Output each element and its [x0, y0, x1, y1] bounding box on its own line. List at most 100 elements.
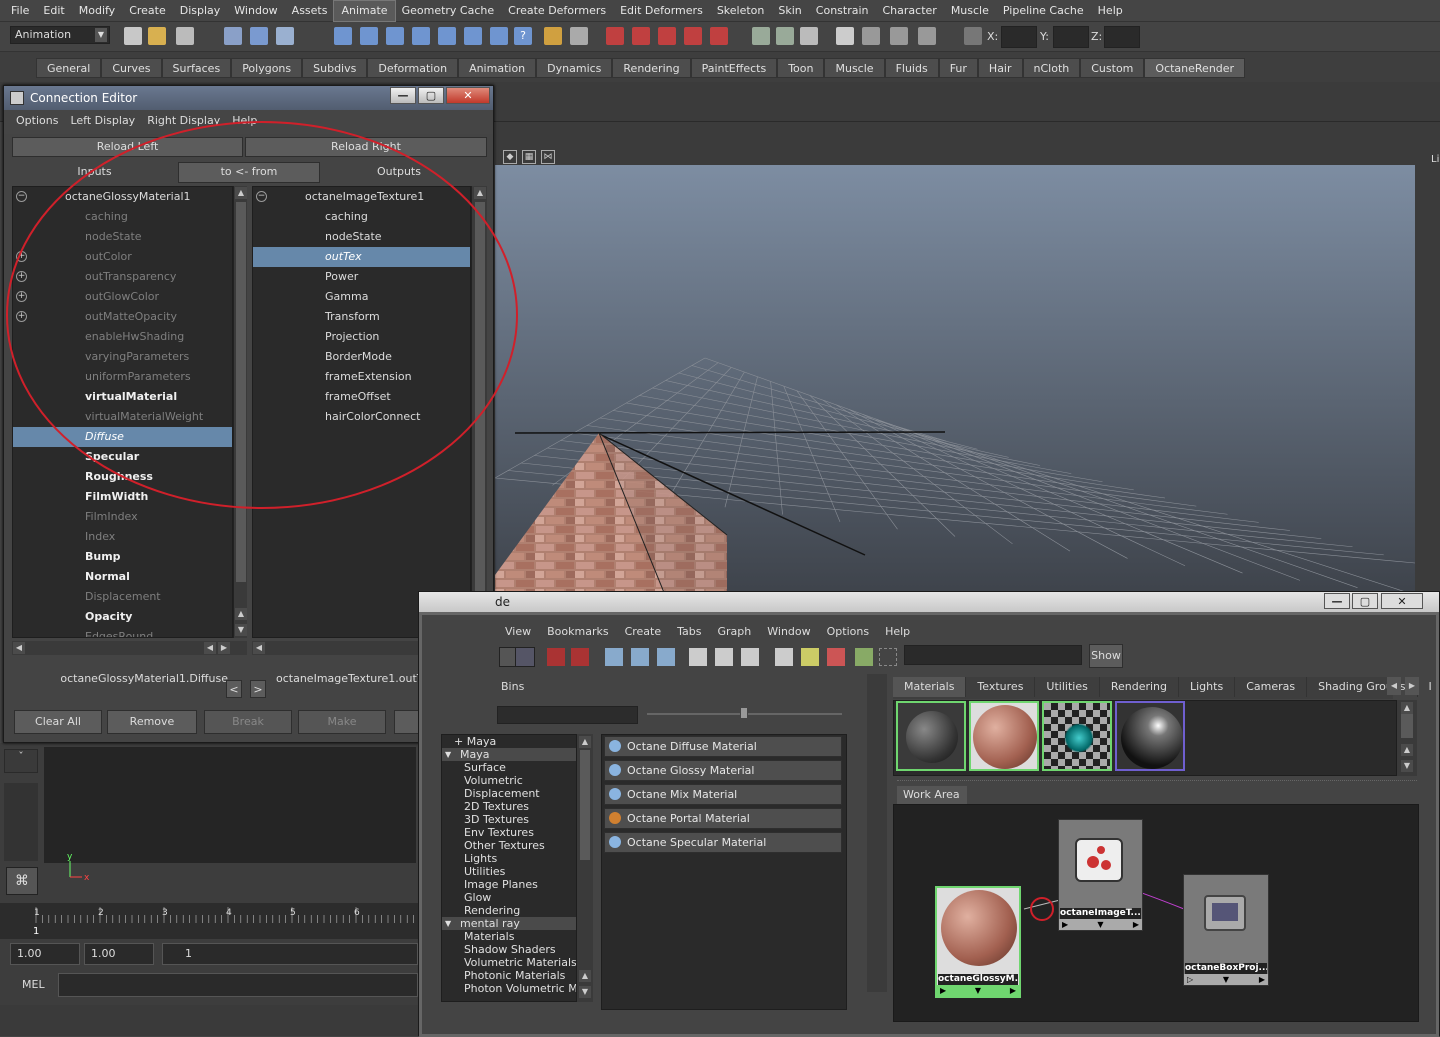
- shelf-tab[interactable]: Surfaces: [162, 58, 232, 78]
- magnet-curve-icon[interactable]: [632, 27, 650, 45]
- graph-upstream-icon[interactable]: [547, 648, 565, 666]
- z-field[interactable]: [1104, 26, 1140, 48]
- shelf-tab[interactable]: Dynamics: [536, 58, 612, 78]
- show-button[interactable]: Show: [1089, 644, 1123, 668]
- menu-item[interactable]: Muscle: [944, 1, 996, 21]
- tree-item[interactable]: Shadow Shaders: [442, 943, 576, 956]
- prev-graph-icon[interactable]: [689, 648, 707, 666]
- clear-all-button[interactable]: Clear All: [14, 710, 102, 734]
- tree-item[interactable]: Env Textures: [442, 826, 576, 839]
- shelf-tab[interactable]: General: [36, 58, 101, 78]
- slider-handle[interactable]: [740, 707, 748, 719]
- snap-point-icon[interactable]: [386, 27, 404, 45]
- remove-button[interactable]: Remove: [107, 710, 197, 734]
- menu-item[interactable]: Pipeline Cache: [996, 1, 1091, 21]
- hs-menu-item[interactable]: Graph: [710, 625, 760, 638]
- magnet-view-icon[interactable]: [684, 27, 702, 45]
- tree-item[interactable]: 3D Textures: [442, 813, 576, 826]
- create-material-button[interactable]: Octane Portal Material: [604, 808, 842, 829]
- mel-command-input[interactable]: [58, 973, 418, 997]
- snap-view-icon[interactable]: [464, 27, 482, 45]
- scroll-down-icon[interactable]: ▼: [235, 624, 247, 636]
- tree-item[interactable]: Volumetric Materials: [442, 956, 576, 969]
- left-attr-row[interactable]: Normal: [13, 567, 232, 587]
- scroll-left-icon[interactable]: ◀: [253, 642, 265, 654]
- hs-tab[interactable]: Rendering: [1100, 677, 1179, 697]
- next-graph-icon[interactable]: [715, 648, 733, 666]
- shelf-tab[interactable]: Hair: [978, 58, 1023, 78]
- magnet-live-icon[interactable]: [710, 27, 728, 45]
- save-scene-icon[interactable]: [176, 27, 194, 45]
- scroll-left-icon[interactable]: ◀: [1387, 677, 1401, 695]
- search-input[interactable]: [904, 645, 1082, 665]
- hypershade-icon[interactable]: [836, 27, 854, 45]
- render-frame-icon[interactable]: [752, 27, 770, 45]
- splitter[interactable]: [897, 780, 1417, 783]
- shelf-tab[interactable]: nCloth: [1023, 58, 1081, 78]
- 3d-viewport[interactable]: [495, 165, 1415, 595]
- scroll-left-icon[interactable]: ◀: [13, 642, 25, 654]
- shelf-tab[interactable]: Fluids: [885, 58, 939, 78]
- menu-item[interactable]: Help: [1091, 1, 1130, 21]
- material-swatch[interactable]: [1115, 701, 1185, 771]
- hs-tab[interactable]: Lights: [1179, 677, 1235, 697]
- input-list-icon[interactable]: [570, 27, 588, 45]
- render-settings-icon[interactable]: [800, 27, 818, 45]
- shelf-tab[interactable]: Animation: [458, 58, 536, 78]
- left-attr-row[interactable]: Displacement: [13, 587, 232, 607]
- start-time-field[interactable]: 1.00: [10, 943, 80, 965]
- scroll-down-icon[interactable]: ▼: [1401, 760, 1413, 772]
- menu-item[interactable]: Window: [227, 1, 284, 21]
- scroll-up-icon[interactable]: ▲: [235, 608, 247, 620]
- left-attr-row[interactable]: Opacity: [13, 607, 232, 627]
- material-swatch[interactable]: [1042, 701, 1112, 771]
- swatch-icon[interactable]: [801, 648, 819, 666]
- shelf-tab[interactable]: Fur: [939, 58, 978, 78]
- shelf-tab[interactable]: Polygons: [231, 58, 302, 78]
- input-connections-icon[interactable]: [741, 648, 759, 666]
- sequence-icon[interactable]: [918, 27, 936, 45]
- scroll-down-icon[interactable]: ▼: [579, 986, 591, 998]
- menu-set-dropdown[interactable]: Animation ▼: [10, 26, 110, 44]
- construction-history-icon[interactable]: [490, 27, 508, 45]
- menu-item[interactable]: Modify: [72, 1, 122, 21]
- menu-item[interactable]: Assets: [285, 1, 335, 21]
- menu-item[interactable]: Edit: [36, 1, 71, 21]
- tree-item[interactable]: Other Textures: [442, 839, 576, 852]
- film-icon[interactable]: [890, 27, 908, 45]
- layout-2-icon[interactable]: [515, 647, 535, 667]
- tree-item[interactable]: Materials: [442, 930, 576, 943]
- tree-item[interactable]: Displacement: [442, 787, 576, 800]
- menu-item[interactable]: Create: [122, 1, 173, 21]
- camera-icon[interactable]: [862, 27, 880, 45]
- hypershade-title-bar[interactable]: de — ▢ ✕: [419, 592, 1439, 612]
- create-material-button[interactable]: Octane Glossy Material: [604, 760, 842, 781]
- tree-item[interactable]: Utilities: [442, 865, 576, 878]
- menu-item[interactable]: File: [4, 1, 36, 21]
- snap-grid-icon[interactable]: [334, 27, 352, 45]
- work-area-tab[interactable]: Work Area: [897, 786, 967, 804]
- scroll-right-icon[interactable]: ▶: [1405, 677, 1419, 695]
- new-scene-icon[interactable]: [124, 27, 142, 45]
- create-material-button[interactable]: Octane Mix Material: [604, 784, 842, 805]
- help-icon[interactable]: ?: [514, 27, 532, 45]
- menu-item[interactable]: Display: [173, 1, 228, 21]
- left-attr-row[interactable]: EdgesRound: [13, 627, 232, 638]
- snap-plane-icon[interactable]: [412, 27, 430, 45]
- expand-arrow-icon[interactable]: ▼: [445, 917, 451, 930]
- y-field[interactable]: [1053, 26, 1089, 48]
- transform-icon[interactable]: [964, 27, 982, 45]
- time-slider[interactable]: 1234561: [0, 903, 420, 939]
- break-button[interactable]: Break: [204, 710, 292, 734]
- tree-item[interactable]: Rendering: [442, 904, 576, 917]
- open-scene-icon[interactable]: [148, 27, 166, 45]
- snap-surface-icon[interactable]: [438, 27, 456, 45]
- menu-item[interactable]: Constrain: [809, 1, 876, 21]
- create-tree-list[interactable]: + Maya▼ MayaSurfaceVolumetricDisplacemen…: [441, 734, 577, 1002]
- graph-materials-icon[interactable]: [657, 648, 675, 666]
- clear-graph-icon[interactable]: [605, 648, 623, 666]
- ipr-render-icon[interactable]: [776, 27, 794, 45]
- hs-menu-item[interactable]: Bookmarks: [539, 625, 616, 638]
- tree-item[interactable]: 2D Textures: [442, 800, 576, 813]
- select-object-icon[interactable]: [250, 27, 268, 45]
